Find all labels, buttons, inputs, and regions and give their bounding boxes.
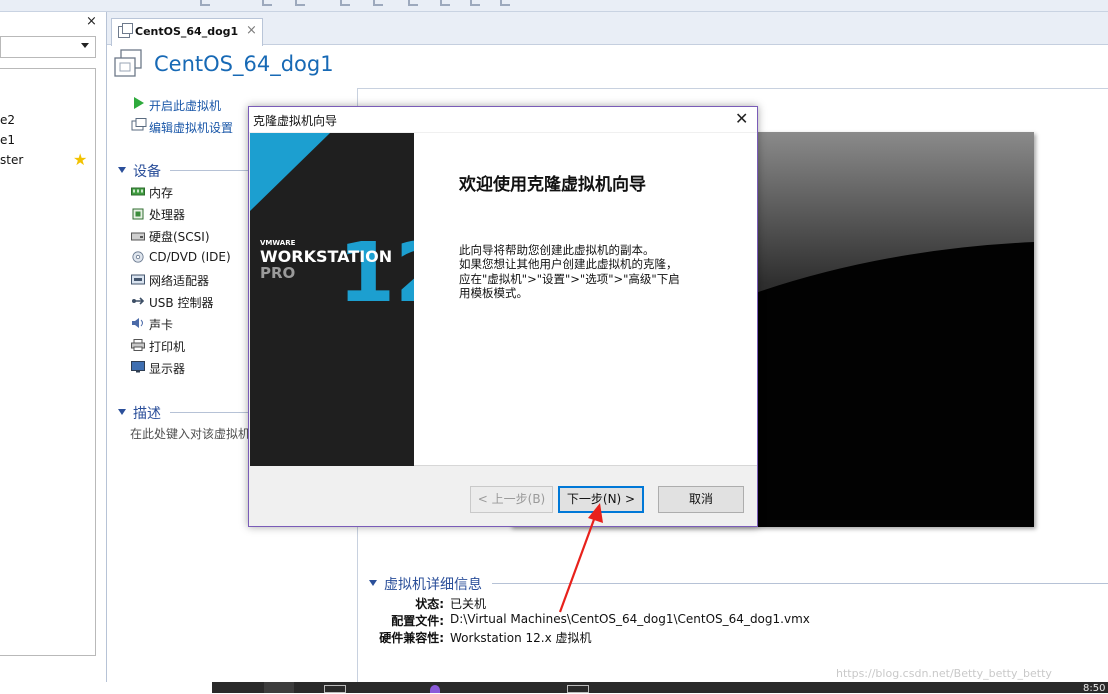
tab-label: CentOS_64_dog1 <box>135 25 239 38</box>
page-title: CentOS_64_dog1 <box>154 52 334 76</box>
library-item[interactable]: ster <box>0 153 23 167</box>
edit-settings-link[interactable]: 编辑虚拟机设置 <box>149 119 233 136</box>
device-sound-card[interactable]: 声卡 <box>149 316 173 333</box>
library-close-icon[interactable]: × <box>86 14 97 29</box>
sound-icon <box>132 318 143 328</box>
tab-bar: CentOS_64_dog1 × <box>107 12 1108 46</box>
wizard-banner: 12 VMWARE WORKSTATION PRO <box>250 133 414 466</box>
vm-icon <box>114 49 142 77</box>
device-harddisk[interactable]: 硬盘(SCSI) <box>149 228 210 245</box>
library-item[interactable]: e1 <box>0 133 15 147</box>
toolbar-icon[interactable] <box>373 0 383 6</box>
device-memory[interactable]: 内存 <box>149 184 173 201</box>
taskbar-app-icon[interactable] <box>567 685 589 693</box>
play-icon[interactable] <box>133 97 145 109</box>
wizard-heading: 欢迎使用克隆虚拟机向导 <box>459 175 646 195</box>
toolbar-icon[interactable] <box>440 0 450 6</box>
toolbar-icon[interactable] <box>262 0 272 6</box>
close-icon[interactable]: ✕ <box>735 109 748 128</box>
taskbar <box>212 682 1108 693</box>
cancel-button[interactable]: 取消 <box>658 486 744 513</box>
device-printer[interactable]: 打印机 <box>149 338 185 355</box>
power-on-link[interactable]: 开启此虚拟机 <box>149 97 221 114</box>
description-placeholder[interactable]: 在此处键入对该虚拟机 <box>130 425 250 442</box>
collapse-triangle-icon[interactable] <box>369 580 377 586</box>
library-search-dropdown[interactable] <box>0 36 96 58</box>
hardware-compat-label: 硬件兼容性: <box>379 631 444 645</box>
brand-pro: PRO <box>260 264 295 282</box>
cpu-icon <box>132 208 144 220</box>
next-button[interactable]: 下一步(N) > <box>558 486 644 513</box>
network-icon <box>131 274 145 285</box>
edit-settings-icon[interactable] <box>131 118 147 132</box>
taskbar-app-icon[interactable] <box>324 685 346 693</box>
wizard-text-line: 用模板模式。 <box>459 286 528 300</box>
section-divider <box>170 412 248 413</box>
section-divider <box>170 170 248 171</box>
library-item[interactable]: e2 <box>0 113 15 127</box>
collapse-triangle-icon[interactable] <box>118 409 126 415</box>
section-divider <box>492 583 1108 584</box>
watermark: https://blog.csdn.net/Betty_betty_betty <box>836 667 1052 680</box>
device-cpu[interactable]: 处理器 <box>149 206 185 223</box>
config-file-value: D:\Virtual Machines\CentOS_64_dog1\CentO… <box>450 612 810 626</box>
taskbar-app-icon[interactable] <box>430 685 440 693</box>
devices-header[interactable]: 设备 <box>133 161 161 181</box>
memory-icon <box>131 187 145 196</box>
tab-close-icon[interactable]: × <box>246 23 257 38</box>
device-display[interactable]: 显示器 <box>149 360 185 377</box>
taskbar-app-icon[interactable] <box>264 682 294 693</box>
printer-icon <box>131 339 145 351</box>
device-network-adapter[interactable]: 网络适配器 <box>149 272 209 289</box>
toolbar <box>0 0 1108 12</box>
toolbar-icon[interactable] <box>200 0 210 6</box>
cdrom-icon <box>132 251 144 263</box>
brand-vmware: VMWARE <box>260 239 296 247</box>
toolbar-icon[interactable] <box>408 0 418 6</box>
clone-wizard-dialog: 克隆虚拟机向导 ✕ 12 VMWARE WORKSTATION PRO 欢迎使用… <box>248 106 758 527</box>
toolbar-icon[interactable] <box>295 0 305 6</box>
vmware-brand-graphic: 12 VMWARE WORKSTATION PRO <box>250 133 414 466</box>
dialog-titlebar[interactable]: 克隆虚拟机向导 ✕ <box>249 107 757 132</box>
hardware-compat-value: Workstation 12.x 虚拟机 <box>450 631 592 645</box>
device-cdrom[interactable]: CD/DVD (IDE) <box>149 250 231 264</box>
display-icon <box>131 361 145 373</box>
status-label: 状态: <box>415 597 444 611</box>
wizard-text-line: 如果您想让其他用户创建此虚拟机的克隆， <box>459 257 678 271</box>
config-file-label: 配置文件: <box>391 614 444 628</box>
usb-icon <box>132 297 145 305</box>
favorite-star-icon[interactable]: ★ <box>73 150 87 169</box>
library-pane: × e2 e1 ster ★ <box>0 12 107 682</box>
harddisk-icon <box>131 232 145 241</box>
taskbar-clock: 8:50 <box>1083 683 1106 694</box>
back-button[interactable]: < 上一步(B) <box>470 486 553 513</box>
status-value: 已关机 <box>450 597 487 611</box>
collapse-triangle-icon[interactable] <box>118 167 126 173</box>
toolbar-icon[interactable] <box>340 0 350 6</box>
toolbar-icon[interactable] <box>470 0 480 6</box>
vm-icon <box>118 23 133 38</box>
details-header[interactable]: 虚拟机详细信息 <box>384 574 482 594</box>
wizard-content: 欢迎使用克隆虚拟机向导 此向导将帮助您创建此虚拟机的副本。 如果您想让其他用户创… <box>414 133 757 466</box>
toolbar-icon[interactable] <box>500 0 510 6</box>
chevron-down-icon[interactable] <box>81 43 89 48</box>
version-number: 12 <box>338 226 414 321</box>
tab-centos-64-dog1[interactable]: CentOS_64_dog1 × <box>111 18 263 46</box>
dialog-title: 克隆虚拟机向导 <box>253 114 338 128</box>
description-header[interactable]: 描述 <box>133 403 161 423</box>
device-usb-controller[interactable]: USB 控制器 <box>149 294 213 311</box>
